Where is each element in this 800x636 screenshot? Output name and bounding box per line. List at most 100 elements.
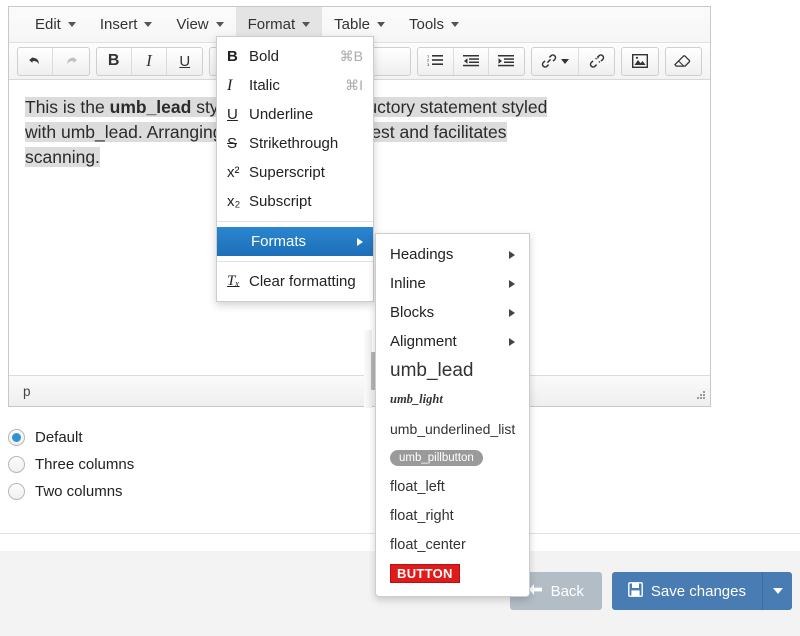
submenu-item-umb-underlined-list[interactable]: umb_underlined_list xyxy=(376,414,529,443)
menubar-item-edit[interactable]: Edit xyxy=(23,7,88,42)
caret-down-icon xyxy=(773,588,783,594)
radio-label: Default xyxy=(35,429,83,446)
submenu-item-umb-lead[interactable]: umb_lead xyxy=(376,356,529,385)
indent-button[interactable] xyxy=(489,48,524,75)
chevron-down-icon xyxy=(216,22,224,27)
menu-item-shortcut: ⌘B xyxy=(328,48,363,65)
menubar-item-label: View xyxy=(176,16,208,33)
numbered-list-button[interactable]: 123 xyxy=(418,48,453,75)
outdent-button[interactable] xyxy=(454,48,489,75)
save-changes-button[interactable]: Save changes xyxy=(612,572,762,610)
italic-icon: I xyxy=(146,51,152,71)
submenu-item-inline[interactable]: Inline xyxy=(376,269,529,298)
menu-item-underline[interactable]: U Underline xyxy=(217,100,373,129)
toolbar-group-cleanup xyxy=(665,47,702,76)
menu-item-subscript[interactable]: x₂ Subscript xyxy=(217,187,373,216)
submenu-item-button[interactable]: BUTTON xyxy=(376,559,529,588)
submenu-item-float-center[interactable]: float_center xyxy=(376,530,529,559)
footer-action-bar: Back Save changes xyxy=(510,572,792,610)
italic-button[interactable]: I xyxy=(132,48,167,75)
radio-option-default[interactable]: Default xyxy=(8,424,308,451)
bold-icon: B xyxy=(227,48,249,65)
save-options-dropdown-button[interactable] xyxy=(762,572,792,610)
submenu-item-headings[interactable]: Headings xyxy=(376,240,529,269)
format-preview-label: BUTTON xyxy=(390,564,460,583)
submenu-item-blocks[interactable]: Blocks xyxy=(376,298,529,327)
submenu-item-float-right[interactable]: float_right xyxy=(376,501,529,530)
paragraph-bold-umb-lead: umb_lead xyxy=(110,97,192,117)
undo-icon xyxy=(27,53,43,69)
submenu-item-umb-light[interactable]: umb_light xyxy=(376,385,529,414)
menu-item-label: Formats xyxy=(227,233,357,250)
underline-button[interactable]: U xyxy=(167,48,202,75)
submenu-item-alignment[interactable]: Alignment xyxy=(376,327,529,356)
outdent-icon xyxy=(463,54,479,68)
bold-button[interactable]: B xyxy=(97,48,132,75)
format-preview-label: umb_light xyxy=(390,392,443,407)
chevron-right-icon xyxy=(509,251,515,259)
menubar-item-label: Format xyxy=(248,16,296,33)
toolbar-group-text-style: B I U xyxy=(96,47,204,76)
underline-icon: U xyxy=(227,106,249,123)
submenu-item-label: Alignment xyxy=(390,333,509,350)
menubar-item-label: Edit xyxy=(35,16,61,33)
submenu-item-float-left[interactable]: float_left xyxy=(376,472,529,501)
menu-item-shortcut: ⌘I xyxy=(333,77,363,94)
chevron-down-icon xyxy=(68,22,76,27)
menu-item-label: Clear formatting xyxy=(249,273,363,290)
menu-item-italic[interactable]: I Italic ⌘I xyxy=(217,71,373,100)
chevron-right-icon xyxy=(509,338,515,346)
paragraph-text-6: scanning. xyxy=(25,147,100,167)
svg-text:3: 3 xyxy=(427,62,430,67)
menubar-item-label: Table xyxy=(334,16,370,33)
chevron-down-icon xyxy=(144,22,152,27)
chevron-down-icon xyxy=(302,22,310,27)
redo-button[interactable] xyxy=(53,48,88,75)
save-button-label: Save changes xyxy=(651,583,746,600)
chevron-down-icon xyxy=(377,22,385,27)
menu-separator xyxy=(217,261,373,262)
format-dropdown-menu: B Bold ⌘B I Italic ⌘I U Underline S Stri… xyxy=(216,36,374,302)
menu-item-bold[interactable]: B Bold ⌘B xyxy=(217,42,373,71)
radio-option-three-columns[interactable]: Three columns xyxy=(8,451,308,478)
radio-indicator[interactable] xyxy=(8,483,25,500)
format-preview-label: float_left xyxy=(390,479,445,495)
submenu-item-umb-pillbutton[interactable]: umb_pillbutton xyxy=(376,443,529,472)
resize-grip-icon[interactable] xyxy=(693,389,706,402)
eraser-icon xyxy=(674,54,692,68)
menu-item-label: Subscript xyxy=(249,193,351,210)
submenu-item-label: Headings xyxy=(390,246,509,263)
paragraph-text-4: with umb_lead. Arranging t xyxy=(25,122,232,142)
eraser-button[interactable] xyxy=(666,48,701,75)
menu-item-superscript[interactable]: x² Superscript xyxy=(217,158,373,187)
italic-icon: I xyxy=(227,77,249,95)
undo-button[interactable] xyxy=(18,48,53,75)
menu-item-label: Strikethrough xyxy=(249,135,351,152)
link-icon xyxy=(541,53,557,69)
radio-option-two-columns[interactable]: Two columns xyxy=(8,478,308,505)
menubar-item-insert[interactable]: Insert xyxy=(88,7,165,42)
format-preview-label: float_right xyxy=(390,508,454,524)
menu-item-clear-formatting[interactable]: Tₓ Clear formatting xyxy=(217,267,373,296)
menu-item-formats[interactable]: Formats xyxy=(217,227,373,256)
indent-icon xyxy=(498,54,514,68)
redo-icon xyxy=(63,53,79,69)
link-button[interactable] xyxy=(532,48,579,75)
menu-item-strikethrough[interactable]: S Strikethrough xyxy=(217,129,373,158)
chevron-right-icon xyxy=(509,309,515,317)
chevron-down-icon xyxy=(561,59,569,64)
format-preview-label: float_center xyxy=(390,537,466,553)
toolbar-group-links xyxy=(531,47,615,76)
format-preview-label: umb_pillbutton xyxy=(390,450,483,466)
radio-indicator[interactable] xyxy=(8,429,25,446)
radio-indicator[interactable] xyxy=(8,456,25,473)
toolbar-group-history xyxy=(17,47,90,76)
unlink-button[interactable] xyxy=(579,48,614,75)
menubar-item-tools[interactable]: Tools xyxy=(397,7,471,42)
element-path[interactable]: p xyxy=(23,384,31,399)
insert-image-button[interactable] xyxy=(622,48,657,75)
chevron-down-icon xyxy=(451,22,459,27)
menu-item-label: Underline xyxy=(249,106,351,123)
image-icon xyxy=(632,54,648,68)
clear-formatting-icon: Tₓ xyxy=(227,273,249,290)
